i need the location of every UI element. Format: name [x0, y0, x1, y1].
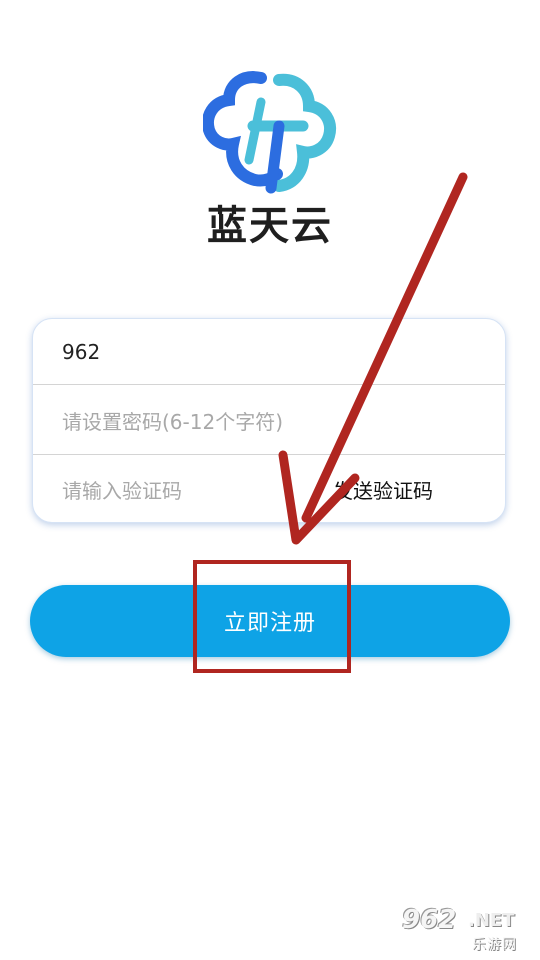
send-code-button[interactable]: 发送验证码	[333, 455, 433, 523]
verification-code-field[interactable]: 请输入验证码	[33, 455, 505, 523]
register-button-label: 立即注册	[223, 611, 316, 636]
register-button[interactable]: 立即注册	[30, 585, 510, 657]
app-name: 蓝天云	[207, 203, 333, 249]
watermark-suffix: .NET	[468, 910, 515, 931]
app-logo-icon	[203, 71, 336, 194]
register-form-card: 962 请设置密码(6-12个字符) 请输入验证码 发送验证码	[32, 318, 506, 523]
password-placeholder: 请设置密码(6-12个字符)	[62, 409, 283, 434]
watermark-site-name: 乐游网	[472, 937, 517, 953]
verification-code-placeholder: 请输入验证码	[62, 478, 182, 503]
username-field[interactable]: 962	[33, 319, 505, 385]
site-watermark: 962 .NET 乐游网	[402, 906, 532, 954]
watermark-number: 962	[402, 905, 457, 935]
username-value: 962	[62, 340, 101, 364]
password-field[interactable]: 请设置密码(6-12个字符)	[33, 385, 505, 455]
